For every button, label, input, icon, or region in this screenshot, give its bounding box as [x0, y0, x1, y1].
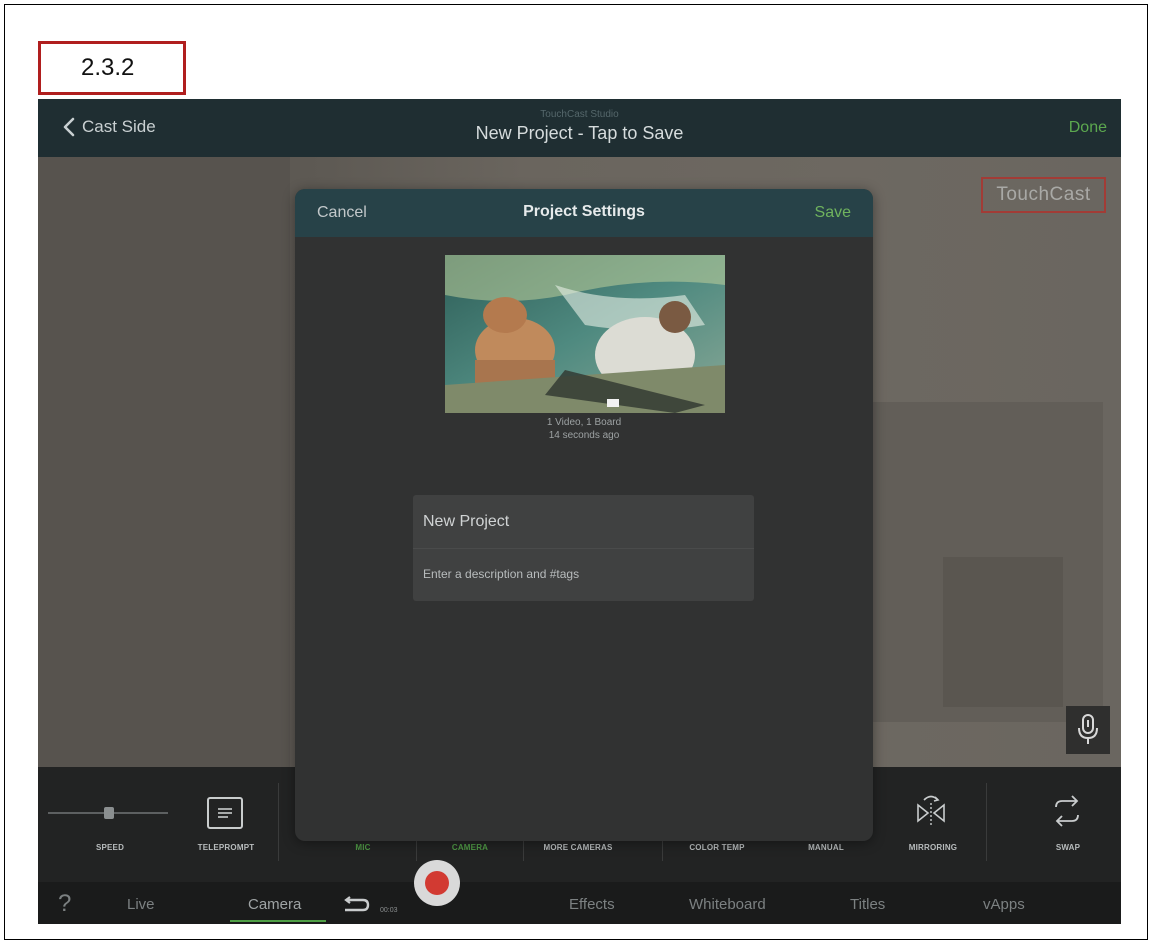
project-thumbnail[interactable] [445, 255, 725, 413]
manual-label[interactable]: MANUAL [786, 843, 866, 852]
toolbar-divider [278, 783, 279, 861]
mirroring-icon[interactable] [914, 791, 948, 829]
undo-icon[interactable] [341, 896, 371, 914]
dialog-title: Project Settings [523, 203, 645, 220]
project-title[interactable]: New Project - Tap to Save [38, 123, 1121, 144]
recording-timer: 00:03 [380, 907, 398, 914]
swap-label: SWAP [1055, 843, 1081, 852]
thumbnail-image [445, 255, 725, 413]
color-temp-label[interactable]: COLOR TEMP [672, 843, 762, 852]
form-divider [413, 548, 754, 549]
tab-camera[interactable]: Camera [248, 896, 301, 913]
tab-vapps[interactable]: vApps [983, 896, 1025, 913]
tab-titles[interactable]: Titles [850, 896, 885, 913]
project-name-field[interactable]: New Project [423, 513, 509, 531]
microphone-icon [1078, 714, 1098, 744]
tab-live[interactable]: Live [127, 896, 155, 913]
speed-slider-thumb[interactable] [104, 807, 114, 819]
mirroring-label: MIRRORING [908, 843, 958, 852]
bottom-tab-bar: ? Live Camera 00:03 Effects Whiteboard T… [38, 860, 1121, 924]
help-icon[interactable]: ? [58, 890, 71, 918]
teleprompt-icon[interactable] [207, 797, 243, 829]
thumbnail-caption-content: 1 Video, 1 Board [546, 417, 622, 428]
camera-bg-shade [943, 557, 1063, 707]
app-screen: Cast Side TouchCast Studio New Project -… [38, 99, 1121, 924]
toolbar-divider [986, 783, 987, 861]
mic-tool-label[interactable]: MIC [323, 843, 403, 852]
speed-label: SPEED [95, 843, 125, 852]
description-field[interactable]: Enter a description and #tags [423, 567, 579, 581]
tab-effects[interactable]: Effects [569, 896, 615, 913]
swap-icon[interactable] [1050, 793, 1084, 829]
record-button[interactable] [414, 860, 460, 906]
microphone-button[interactable] [1066, 706, 1110, 754]
app-subtitle: TouchCast Studio [540, 109, 619, 120]
project-settings-dialog: Cancel Project Settings Save 1 Video, 1 … [295, 189, 873, 841]
camera-bg-shade [38, 157, 290, 767]
save-button[interactable]: Save [815, 204, 851, 222]
dialog-header: Cancel Project Settings Save [295, 189, 873, 237]
step-label: 2.3.2 [38, 41, 186, 95]
touchcast-watermark: TouchCast [981, 177, 1106, 213]
active-tab-indicator [230, 920, 326, 922]
top-nav-bar: Cast Side TouchCast Studio New Project -… [38, 99, 1121, 157]
tab-whiteboard[interactable]: Whiteboard [689, 896, 766, 913]
more-cameras-label[interactable]: MORE CAMERAS [533, 843, 623, 852]
thumbnail-caption-time: 14 seconds ago [548, 430, 620, 441]
done-button[interactable]: Done [1069, 119, 1107, 137]
camera-tool-label[interactable]: CAMERA [430, 843, 510, 852]
record-dot-icon [425, 871, 449, 895]
teleprompt-label: TELEPROMPT [197, 843, 255, 852]
project-details-form: New Project Enter a description and #tag… [413, 495, 754, 601]
